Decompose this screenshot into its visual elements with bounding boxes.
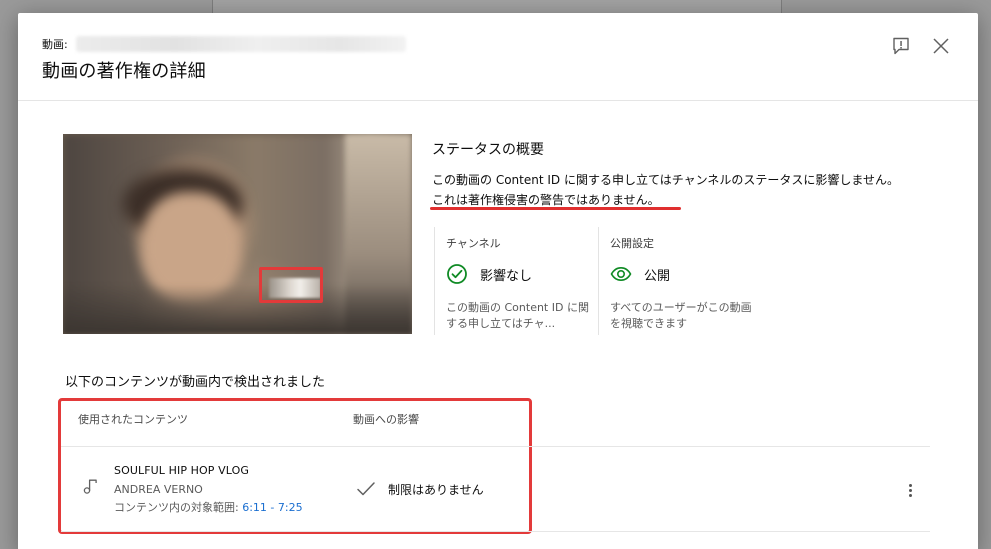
status-summary-heading: ステータスの概要: [432, 142, 544, 158]
detected-content-heading: 以下のコンテンツが動画内で検出されました: [65, 375, 326, 390]
channel-status: 影響なし: [446, 263, 532, 285]
table-divider-bottom: [61, 531, 930, 532]
visibility-panel: 公開設定 公開 すべてのユーザーがこの動画を視聴できます: [598, 227, 758, 335]
close-icon: [933, 38, 949, 54]
content-range-label: コンテンツ内の対象範囲:: [114, 501, 243, 514]
visibility-description: すべてのユーザーがこの動画を視聴できます: [610, 301, 752, 330]
video-impact: 制限はありません: [356, 480, 484, 498]
visibility-status: 公開: [610, 263, 670, 285]
column-header-content: 使用されたコンテンツ: [78, 413, 188, 426]
content-artist: ANDREA VERNO: [114, 483, 203, 496]
status-line-1: この動画の Content ID に関する申し立てはチャンネルのステータスに影響…: [432, 173, 899, 187]
video-label-row: 動画:: [42, 36, 406, 52]
status-summary-text: この動画の Content ID に関する申し立てはチャンネルのステータスに影響…: [432, 170, 952, 210]
channel-status-panel: チャンネル 影響なし この動画の Content ID に関する申し立てはチャ.…: [434, 227, 599, 335]
content-range-link[interactable]: 6:11 - 7:25: [242, 501, 302, 514]
more-options-button[interactable]: [900, 480, 920, 500]
video-label: 動画:: [42, 38, 68, 51]
blurred-video-title: [75, 36, 406, 52]
check-icon: [357, 482, 375, 496]
channel-status-description: この動画の Content ID に関する申し立てはチャ...: [446, 301, 589, 330]
annotation-underline: [430, 207, 681, 210]
column-header-impact: 動画への影響: [353, 413, 419, 426]
visibility-label: 公開設定: [610, 237, 654, 250]
annotation-highlight-box: [259, 267, 323, 303]
feedback-button[interactable]: [890, 35, 912, 57]
dialog-header: 動画: 動画の著作権の詳細: [18, 13, 978, 101]
more-vert-icon: [908, 483, 912, 487]
video-thumbnail[interactable]: [63, 134, 412, 334]
music-note-icon: [83, 479, 97, 494]
background-search-bar: [212, 0, 782, 14]
channel-label: チャンネル: [446, 237, 501, 250]
dialog-title: 動画の著作権の詳細: [42, 61, 206, 82]
content-title: SOULFUL HIP HOP VLOG: [114, 464, 249, 477]
channel-status-value: 影響なし: [480, 268, 533, 284]
check-circle-icon: [447, 264, 467, 284]
feedback-icon: [893, 37, 909, 55]
eye-icon: [610, 266, 632, 282]
table-divider: [61, 446, 930, 447]
copyright-details-dialog: 動画: 動画の著作権の詳細 ステータスの概要 この動画の Content ID …: [18, 13, 978, 549]
video-impact-value: 制限はありません: [388, 482, 484, 497]
visibility-value: 公開: [644, 268, 671, 284]
content-range: コンテンツ内の対象範囲: 6:11 - 7:25: [114, 499, 303, 515]
close-button[interactable]: [930, 35, 952, 57]
